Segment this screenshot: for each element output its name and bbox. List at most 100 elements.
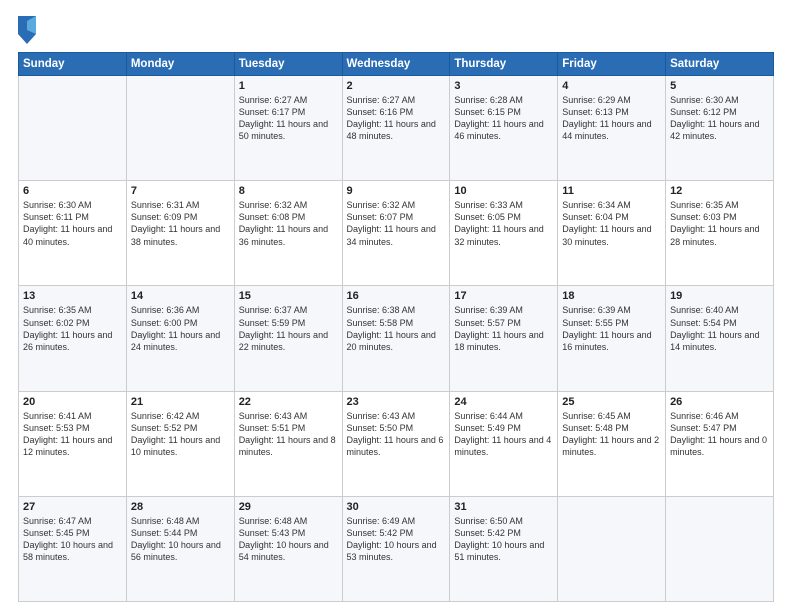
day-detail: Sunrise: 6:30 AM Sunset: 6:12 PM Dayligh… [670,94,769,143]
day-number: 27 [23,501,122,513]
header [18,16,774,44]
logo-icon [18,16,36,44]
calendar-cell: 16 Sunrise: 6:38 AM Sunset: 5:58 PM Dayli… [342,286,450,391]
calendar-week-row: 13 Sunrise: 6:35 AM Sunset: 6:02 PM Dayli… [19,286,774,391]
day-detail: Sunrise: 6:39 AM Sunset: 5:57 PM Dayligh… [454,304,553,353]
day-number: 11 [562,185,661,197]
calendar-cell [126,76,234,181]
day-detail: Sunrise: 6:32 AM Sunset: 6:08 PM Dayligh… [239,199,338,248]
weekday-header-cell: Thursday [450,53,558,76]
day-detail: Sunrise: 6:27 AM Sunset: 6:16 PM Dayligh… [347,94,446,143]
day-detail: Sunrise: 6:27 AM Sunset: 6:17 PM Dayligh… [239,94,338,143]
day-number: 1 [239,80,338,92]
day-detail: Sunrise: 6:50 AM Sunset: 5:42 PM Dayligh… [454,515,553,564]
day-detail: Sunrise: 6:37 AM Sunset: 5:59 PM Dayligh… [239,304,338,353]
day-number: 13 [23,290,122,302]
calendar-cell: 29 Sunrise: 6:48 AM Sunset: 5:43 PM Dayli… [234,496,342,601]
weekday-header-cell: Wednesday [342,53,450,76]
calendar: SundayMondayTuesdayWednesdayThursdayFrid… [18,52,774,602]
calendar-cell: 31Sunrise: 6:50 AM Sunset: 5:42 PM Dayli… [450,496,558,601]
day-number: 22 [239,396,338,408]
calendar-cell: 28 Sunrise: 6:48 AM Sunset: 5:44 PM Dayli… [126,496,234,601]
calendar-cell: 9Sunrise: 6:32 AM Sunset: 6:07 PM Daylig… [342,181,450,286]
day-detail: Sunrise: 6:36 AM Sunset: 6:00 PM Dayligh… [131,304,230,353]
calendar-cell: 4 Sunrise: 6:29 AM Sunset: 6:13 PM Daylig… [558,76,666,181]
day-number: 10 [454,185,553,197]
weekday-header-cell: Monday [126,53,234,76]
weekday-header-cell: Saturday [666,53,774,76]
calendar-cell [19,76,127,181]
day-detail: Sunrise: 6:33 AM Sunset: 6:05 PM Dayligh… [454,199,553,248]
day-number: 6 [23,185,122,197]
calendar-cell: 1 Sunrise: 6:27 AM Sunset: 6:17 PM Daylig… [234,76,342,181]
calendar-cell: 10 Sunrise: 6:33 AM Sunset: 6:05 PM Dayli… [450,181,558,286]
calendar-week-row: 20 Sunrise: 6:41 AM Sunset: 5:53 PM Dayli… [19,391,774,496]
day-detail: Sunrise: 6:44 AM Sunset: 5:49 PM Dayligh… [454,410,553,459]
day-detail: Sunrise: 6:32 AM Sunset: 6:07 PM Dayligh… [347,199,446,248]
calendar-cell: 13 Sunrise: 6:35 AM Sunset: 6:02 PM Dayli… [19,286,127,391]
day-number: 20 [23,396,122,408]
weekday-header-cell: Tuesday [234,53,342,76]
calendar-cell [666,496,774,601]
weekday-header-row: SundayMondayTuesdayWednesdayThursdayFrid… [19,53,774,76]
calendar-week-row: 27Sunrise: 6:47 AM Sunset: 5:45 PM Dayli… [19,496,774,601]
day-number: 17 [454,290,553,302]
calendar-cell: 18Sunrise: 6:39 AM Sunset: 5:55 PM Dayli… [558,286,666,391]
calendar-cell: 19Sunrise: 6:40 AM Sunset: 5:54 PM Dayli… [666,286,774,391]
day-number: 8 [239,185,338,197]
calendar-cell: 30 Sunrise: 6:49 AM Sunset: 5:42 PM Dayli… [342,496,450,601]
day-number: 28 [131,501,230,513]
logo [18,16,39,44]
calendar-cell [558,496,666,601]
day-number: 5 [670,80,769,92]
day-detail: Sunrise: 6:38 AM Sunset: 5:58 PM Dayligh… [347,304,446,353]
calendar-cell: 25 Sunrise: 6:45 AM Sunset: 5:48 PM Dayli… [558,391,666,496]
day-detail: Sunrise: 6:41 AM Sunset: 5:53 PM Dayligh… [23,410,122,459]
day-number: 7 [131,185,230,197]
day-detail: Sunrise: 6:48 AM Sunset: 5:44 PM Dayligh… [131,515,230,564]
calendar-week-row: 6 Sunrise: 6:30 AM Sunset: 6:11 PM Daylig… [19,181,774,286]
weekday-header-cell: Sunday [19,53,127,76]
day-number: 21 [131,396,230,408]
day-detail: Sunrise: 6:31 AM Sunset: 6:09 PM Dayligh… [131,199,230,248]
day-detail: Sunrise: 6:29 AM Sunset: 6:13 PM Dayligh… [562,94,661,143]
day-number: 26 [670,396,769,408]
day-number: 4 [562,80,661,92]
calendar-cell: 20 Sunrise: 6:41 AM Sunset: 5:53 PM Dayli… [19,391,127,496]
calendar-cell: 23Sunrise: 6:43 AM Sunset: 5:50 PM Dayli… [342,391,450,496]
day-detail: Sunrise: 6:35 AM Sunset: 6:02 PM Dayligh… [23,304,122,353]
calendar-cell: 11 Sunrise: 6:34 AM Sunset: 6:04 PM Dayli… [558,181,666,286]
calendar-cell: 17 Sunrise: 6:39 AM Sunset: 5:57 PM Dayli… [450,286,558,391]
day-detail: Sunrise: 6:28 AM Sunset: 6:15 PM Dayligh… [454,94,553,143]
calendar-cell: 8 Sunrise: 6:32 AM Sunset: 6:08 PM Daylig… [234,181,342,286]
calendar-cell: 2Sunrise: 6:27 AM Sunset: 6:16 PM Daylig… [342,76,450,181]
day-number: 23 [347,396,446,408]
calendar-cell: 26 Sunrise: 6:46 AM Sunset: 5:47 PM Dayli… [666,391,774,496]
day-number: 29 [239,501,338,513]
calendar-cell: 15 Sunrise: 6:37 AM Sunset: 5:59 PM Dayli… [234,286,342,391]
page: SundayMondayTuesdayWednesdayThursdayFrid… [0,0,792,612]
day-number: 24 [454,396,553,408]
day-detail: Sunrise: 6:39 AM Sunset: 5:55 PM Dayligh… [562,304,661,353]
day-detail: Sunrise: 6:30 AM Sunset: 6:11 PM Dayligh… [23,199,122,248]
calendar-cell: 27Sunrise: 6:47 AM Sunset: 5:45 PM Dayli… [19,496,127,601]
calendar-cell: 3Sunrise: 6:28 AM Sunset: 6:15 PM Daylig… [450,76,558,181]
calendar-cell: 5 Sunrise: 6:30 AM Sunset: 6:12 PM Daylig… [666,76,774,181]
calendar-week-row: 1 Sunrise: 6:27 AM Sunset: 6:17 PM Daylig… [19,76,774,181]
day-detail: Sunrise: 6:45 AM Sunset: 5:48 PM Dayligh… [562,410,661,459]
calendar-cell: 22Sunrise: 6:43 AM Sunset: 5:51 PM Dayli… [234,391,342,496]
calendar-cell: 6 Sunrise: 6:30 AM Sunset: 6:11 PM Daylig… [19,181,127,286]
day-detail: Sunrise: 6:48 AM Sunset: 5:43 PM Dayligh… [239,515,338,564]
calendar-cell: 21Sunrise: 6:42 AM Sunset: 5:52 PM Dayli… [126,391,234,496]
day-number: 14 [131,290,230,302]
day-number: 15 [239,290,338,302]
calendar-cell: 14 Sunrise: 6:36 AM Sunset: 6:00 PM Dayli… [126,286,234,391]
day-detail: Sunrise: 6:46 AM Sunset: 5:47 PM Dayligh… [670,410,769,459]
weekday-header-cell: Friday [558,53,666,76]
day-number: 16 [347,290,446,302]
day-number: 30 [347,501,446,513]
day-detail: Sunrise: 6:49 AM Sunset: 5:42 PM Dayligh… [347,515,446,564]
day-number: 19 [670,290,769,302]
day-detail: Sunrise: 6:34 AM Sunset: 6:04 PM Dayligh… [562,199,661,248]
day-number: 25 [562,396,661,408]
